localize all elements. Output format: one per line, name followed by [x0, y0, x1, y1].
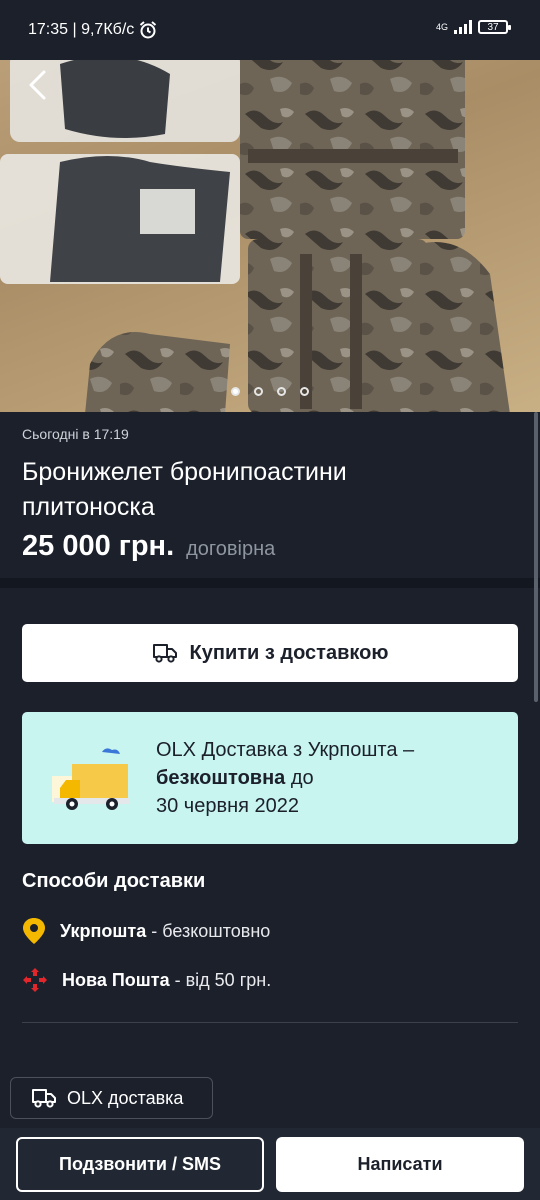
message-button-label: Написати: [357, 1154, 443, 1174]
promo-until: до: [285, 767, 314, 789]
call-button-label: Подзвонити / SMS: [59, 1154, 221, 1174]
price-row: 25 000 грн. договірна: [22, 530, 275, 563]
delivery-methods-title: Способи доставки: [22, 870, 206, 892]
battery-icon: 37: [478, 20, 511, 34]
divider: [22, 1022, 518, 1023]
back-arrow-icon[interactable]: [22, 68, 56, 102]
status-time-speed: 17:35 | 9,7Кб/с: [28, 21, 135, 38]
promo-text: OLX Доставка з Укрпошта – безкоштовна до…: [156, 736, 496, 820]
promo-line1: OLX Доставка з Укрпошта –: [156, 739, 415, 761]
delivery-truck-icon: [32, 1089, 56, 1108]
negotiable-label: договірна: [186, 538, 276, 560]
photo-illustration: [0, 44, 510, 412]
price: 25 000 грн.: [22, 530, 175, 562]
promo-date: 30 червня 2022: [156, 795, 300, 817]
write-message-button[interactable]: Написати: [276, 1137, 524, 1192]
novaposhta-icon: [23, 968, 47, 992]
method-detail: - безкоштовно: [146, 920, 271, 941]
delivery-method-ukrposhta: Укрпошта - безкоштовно: [22, 917, 270, 945]
gallery-dot[interactable]: [300, 387, 309, 396]
method-name: Нова Пошта: [62, 969, 170, 990]
delivery-method-novaposhta: Нова Пошта - від 50 грн.: [22, 967, 271, 993]
gallery-dot[interactable]: [277, 387, 286, 396]
listing-photo[interactable]: [0, 44, 540, 412]
alarm-icon: [140, 21, 157, 39]
status-bar: 17:35 | 9,7Кб/с 4G 37: [0, 0, 540, 60]
delivery-promo-banner[interactable]: OLX Доставка з Укрпошта – безкоштовна до…: [22, 712, 518, 844]
delivery-truck-icon: [152, 644, 177, 663]
posted-time: Сьогодні в 17:19: [22, 426, 129, 442]
ukrposhta-icon: [23, 918, 45, 944]
signal-icon: [454, 20, 472, 34]
method-name: Укрпошта: [60, 920, 147, 941]
status-left: 17:35 | 9,7Кб/с: [28, 20, 158, 40]
battery-level: 37: [487, 21, 499, 33]
chip-label: OLX доставка: [67, 1087, 184, 1108]
scrollbar[interactable]: [534, 412, 538, 702]
method-detail: - від 50 грн.: [169, 969, 272, 990]
olx-delivery-chip[interactable]: OLX доставка: [10, 1077, 213, 1119]
listing-title: Бронижелет бронипоастини плитоноска: [22, 458, 347, 521]
status-right: 4G 37: [435, 20, 511, 34]
call-sms-button[interactable]: Подзвонити / SMS: [16, 1137, 264, 1192]
gallery-dot-active[interactable]: [231, 387, 240, 396]
buy-button-label: Купити з доставкою: [189, 641, 389, 664]
buy-with-delivery-button[interactable]: Купити з доставкою: [22, 624, 518, 682]
promo-free: безкоштовна: [156, 767, 286, 789]
section-divider: [0, 578, 540, 588]
network-type: 4G: [435, 22, 448, 32]
gallery-dot[interactable]: [254, 387, 263, 396]
delivery-truck-illustration-icon: [52, 748, 130, 810]
gallery-dots: [0, 387, 540, 396]
